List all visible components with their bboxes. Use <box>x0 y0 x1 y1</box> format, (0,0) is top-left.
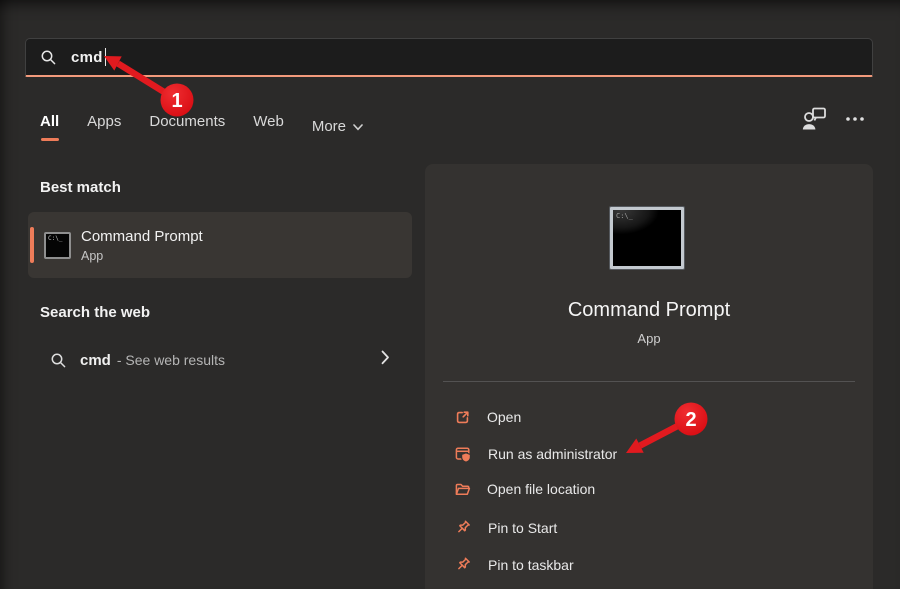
web-search-result-item[interactable]: cmd - See web results <box>28 341 412 379</box>
action-open-file-location-label: Open file location <box>487 481 595 497</box>
svg-text:1: 1 <box>171 90 182 112</box>
tab-selected-underline <box>41 138 59 141</box>
action-open-file-location[interactable]: Open file location <box>454 477 595 501</box>
action-run-as-administrator[interactable]: Run as administrator <box>454 442 617 466</box>
tab-all-label: All <box>40 112 59 132</box>
web-search-query: cmd <box>80 352 111 369</box>
panel-divider <box>443 381 855 382</box>
external-link-icon <box>454 409 471 426</box>
action-pin-to-taskbar[interactable]: Pin to taskbar <box>454 553 574 577</box>
best-match-item[interactable]: C:\_ Command Prompt App <box>28 212 412 278</box>
action-pin-to-start-label: Pin to Start <box>488 520 557 536</box>
web-search-suffix: - See web results <box>117 352 225 368</box>
account-icon[interactable] <box>799 104 829 134</box>
preview-panel: C:\_ Command Prompt App Open Run as admi… <box>425 164 873 589</box>
best-match-subtitle: App <box>81 249 203 263</box>
pushpin-icon <box>454 519 472 537</box>
tab-apps[interactable]: Apps <box>87 112 121 141</box>
action-pin-to-taskbar-label: Pin to taskbar <box>488 557 574 573</box>
action-run-as-administrator-label: Run as administrator <box>488 446 617 462</box>
search-icon <box>40 49 57 66</box>
action-pin-to-start[interactable]: Pin to Start <box>454 516 557 540</box>
search-the-web-header: Search the web <box>40 304 150 321</box>
selection-accent-bar <box>30 227 34 263</box>
search-query-text: cmd <box>71 49 103 66</box>
tab-apps-label: Apps <box>87 112 121 132</box>
search-input[interactable]: cmd <box>25 38 873 77</box>
window-shield-icon <box>454 445 472 463</box>
command-prompt-icon: C:\_ <box>44 232 71 259</box>
tab-all[interactable]: All <box>40 112 59 141</box>
chevron-down-icon <box>353 124 363 131</box>
folder-open-icon <box>454 481 471 498</box>
search-icon <box>50 352 67 369</box>
best-match-header: Best match <box>40 179 121 196</box>
preview-app-subtitle: App <box>425 331 873 346</box>
preview-app-title: Command Prompt <box>425 299 873 322</box>
tab-documents-label: Documents <box>149 112 225 132</box>
search-topbar-icons <box>799 104 867 134</box>
tab-documents[interactable]: Documents <box>149 112 225 141</box>
tab-more-label: More <box>312 117 346 137</box>
windows-search-flyout: cmd All Apps Documents Web More <box>0 0 900 589</box>
tab-web-label: Web <box>253 112 284 132</box>
best-match-title: Command Prompt <box>81 227 203 246</box>
action-open-label: Open <box>487 409 521 425</box>
action-open[interactable]: Open <box>454 405 521 429</box>
more-options-icon[interactable] <box>843 107 867 131</box>
chevron-right-icon <box>381 350 390 365</box>
command-prompt-icon-large: C:\_ <box>610 207 684 269</box>
search-filter-tabs: All Apps Documents Web More <box>40 112 363 141</box>
tab-web[interactable]: Web <box>253 112 284 141</box>
tab-more[interactable]: More <box>312 112 363 141</box>
pushpin-icon <box>454 556 472 574</box>
text-cursor <box>105 48 107 66</box>
